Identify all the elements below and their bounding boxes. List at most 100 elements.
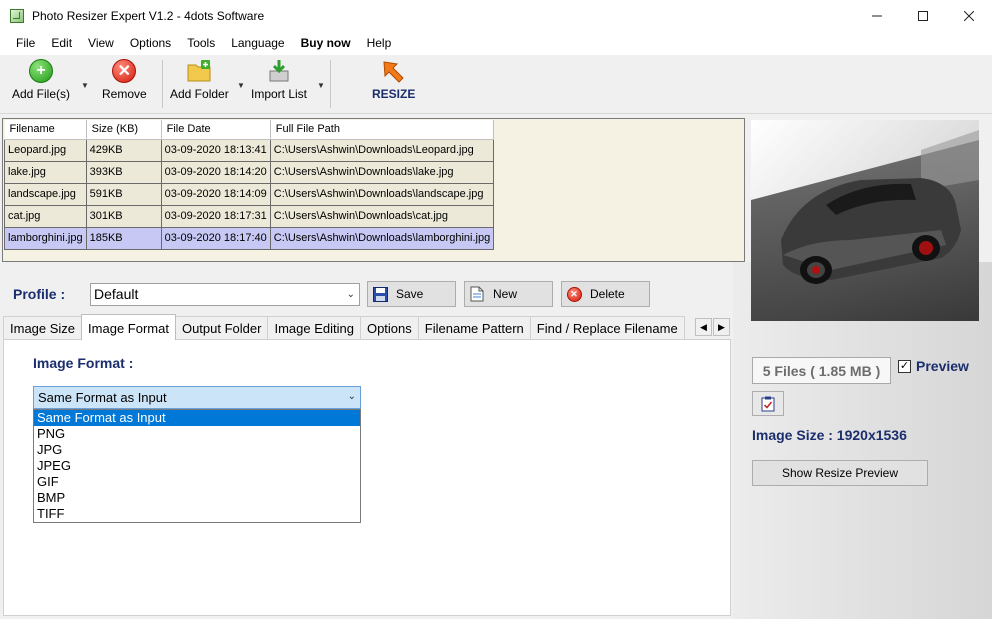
table-row[interactable]: lake.jpg 393KB 03-09-2020 18:14:20 C:\Us… bbox=[4, 160, 495, 184]
add-folder-button[interactable]: Add Folder bbox=[170, 59, 229, 111]
image-size-label: Image Size : 1920x1536 bbox=[752, 427, 907, 443]
chevron-down-icon: ⌄ bbox=[347, 391, 356, 402]
profile-select[interactable]: Default ⌄ bbox=[90, 283, 360, 306]
file-table: Filename Size (KB) File Date Full File P… bbox=[4, 120, 495, 250]
cell-date: 03-09-2020 18:13:41 bbox=[160, 138, 271, 162]
add-folder-dropdown-icon[interactable]: ▼ bbox=[237, 81, 245, 90]
window-title: Photo Resizer Expert V1.2 - 4dots Softwa… bbox=[32, 8, 265, 23]
resize-button[interactable]: RESIZE bbox=[372, 59, 415, 111]
toolbar-separator bbox=[162, 60, 163, 108]
tab-find-replace-filename[interactable]: Find / Replace Filename bbox=[529, 316, 685, 340]
preview-image bbox=[751, 120, 979, 321]
image-format-value: Same Format as Input bbox=[38, 390, 167, 405]
show-resize-preview-button[interactable]: Show Resize Preview bbox=[752, 460, 928, 486]
chevron-down-icon: ⌄ bbox=[346, 289, 355, 300]
maximize-icon bbox=[918, 10, 928, 21]
maximize-button[interactable] bbox=[900, 0, 946, 31]
cell-size: 591KB bbox=[85, 182, 162, 206]
arrow-right-icon: ▶ bbox=[718, 321, 725, 332]
save-icon bbox=[372, 286, 388, 302]
tab-options[interactable]: Options bbox=[359, 316, 419, 340]
cell-filename: landscape.jpg bbox=[4, 182, 87, 206]
column-filename[interactable]: Filename bbox=[4, 120, 87, 140]
plus-icon: + bbox=[29, 59, 53, 83]
tab-scroll-left-button[interactable]: ◀ bbox=[695, 318, 712, 336]
toolbar: + Add File(s) ▼ ✕ Remove Add Folder ▼ Im… bbox=[0, 55, 992, 114]
save-profile-button[interactable]: Save bbox=[367, 281, 456, 307]
resize-label: RESIZE bbox=[372, 87, 416, 101]
delete-profile-button[interactable]: ✕ Delete bbox=[561, 281, 650, 307]
menu-buy-now[interactable]: Buy now bbox=[293, 31, 359, 55]
menu-options[interactable]: Options bbox=[122, 31, 179, 55]
tab-strip: Image Size Image Format Output Folder Im… bbox=[3, 314, 685, 340]
format-option-png[interactable]: PNG bbox=[34, 426, 360, 442]
add-files-button[interactable]: + Add File(s) bbox=[12, 59, 70, 111]
preview-checkbox[interactable]: ✓ bbox=[898, 360, 911, 373]
cell-date: 03-09-2020 18:17:40 bbox=[160, 226, 271, 250]
menu-help[interactable]: Help bbox=[359, 31, 400, 55]
add-files-label: Add File(s) bbox=[12, 87, 71, 101]
format-option-gif[interactable]: GIF bbox=[34, 474, 360, 490]
tab-output-folder[interactable]: Output Folder bbox=[174, 316, 269, 340]
column-full-path[interactable]: Full File Path bbox=[270, 120, 495, 140]
tab-image-editing[interactable]: Image Editing bbox=[267, 316, 361, 340]
table-row[interactable]: landscape.jpg 591KB 03-09-2020 18:14:09 … bbox=[4, 182, 495, 206]
import-list-dropdown-icon[interactable]: ▼ bbox=[317, 81, 325, 90]
tab-filename-pattern[interactable]: Filename Pattern bbox=[417, 316, 531, 340]
tab-scroll-right-button[interactable]: ▶ bbox=[713, 318, 730, 336]
image-format-label: Image Format : bbox=[33, 355, 134, 371]
format-option-bmp[interactable]: BMP bbox=[34, 490, 360, 506]
new-label: New bbox=[493, 287, 518, 301]
tab-image-format[interactable]: Image Format bbox=[81, 314, 176, 340]
menu-file[interactable]: File bbox=[8, 31, 43, 55]
cell-size: 301KB bbox=[85, 204, 162, 228]
format-option-tiff[interactable]: TIFF bbox=[34, 506, 360, 522]
import-list-label: Import List bbox=[251, 87, 308, 101]
column-file-date[interactable]: File Date bbox=[161, 120, 271, 140]
resize-icon bbox=[383, 61, 404, 83]
column-size[interactable]: Size (KB) bbox=[86, 120, 162, 140]
close-button[interactable] bbox=[946, 0, 992, 31]
image-format-select[interactable]: Same Format as Input ⌄ bbox=[33, 386, 361, 409]
cell-path: C:\Users\Ashwin\Downloads\lamborghini.jp… bbox=[269, 226, 495, 250]
menu-language[interactable]: Language bbox=[223, 31, 292, 55]
car-photo bbox=[751, 120, 979, 321]
tab-image-size[interactable]: Image Size bbox=[3, 316, 83, 340]
file-list[interactable]: Filename Size (KB) File Date Full File P… bbox=[2, 118, 745, 262]
cell-path: C:\Users\Ashwin\Downloads\cat.jpg bbox=[269, 204, 495, 228]
add-folder-label: Add Folder bbox=[170, 87, 229, 101]
add-files-dropdown-icon[interactable]: ▼ bbox=[81, 81, 89, 90]
delete-icon: ✕ bbox=[566, 286, 582, 302]
cell-date: 03-09-2020 18:14:20 bbox=[160, 160, 271, 184]
table-row[interactable]: cat.jpg 301KB 03-09-2020 18:17:31 C:\Use… bbox=[4, 204, 495, 228]
cell-date: 03-09-2020 18:17:31 bbox=[160, 204, 271, 228]
app-icon bbox=[10, 8, 24, 23]
clipboard-icon bbox=[761, 396, 775, 411]
arrow-left-icon: ◀ bbox=[700, 321, 707, 332]
delete-label: Delete bbox=[590, 287, 625, 301]
remove-button[interactable]: ✕ Remove bbox=[102, 59, 147, 111]
title-bar: Photo Resizer Expert V1.2 - 4dots Softwa… bbox=[0, 0, 992, 31]
cell-filename: lake.jpg bbox=[4, 160, 87, 184]
new-profile-button[interactable]: New bbox=[464, 281, 553, 307]
cell-date: 03-09-2020 18:14:09 bbox=[160, 182, 271, 206]
import-list-button[interactable]: Import List bbox=[251, 59, 307, 111]
format-option-jpg[interactable]: JPG bbox=[34, 442, 360, 458]
minimize-button[interactable] bbox=[854, 0, 900, 31]
image-format-dropdown-list: Same Format as Input PNG JPG JPEG GIF BM… bbox=[33, 409, 361, 523]
menu-edit[interactable]: Edit bbox=[43, 31, 80, 55]
format-option-jpeg[interactable]: JPEG bbox=[34, 458, 360, 474]
table-row-selected[interactable]: lamborghini.jpg 185KB 03-09-2020 18:17:4… bbox=[4, 226, 495, 250]
menu-tools[interactable]: Tools bbox=[179, 31, 223, 55]
import-list-icon bbox=[269, 60, 289, 82]
minimize-icon bbox=[872, 15, 882, 16]
preview-label[interactable]: Preview bbox=[916, 358, 969, 374]
menu-view[interactable]: View bbox=[80, 31, 122, 55]
table-row[interactable]: Leopard.jpg 429KB 03-09-2020 18:13:41 C:… bbox=[4, 138, 495, 162]
clipboard-button[interactable] bbox=[752, 391, 784, 416]
profile-value: Default bbox=[94, 286, 139, 302]
cell-filename: cat.jpg bbox=[4, 204, 87, 228]
close-icon bbox=[964, 10, 974, 21]
format-option-same[interactable]: Same Format as Input bbox=[34, 410, 360, 426]
files-summary: 5 Files ( 1.85 MB ) bbox=[752, 357, 891, 384]
